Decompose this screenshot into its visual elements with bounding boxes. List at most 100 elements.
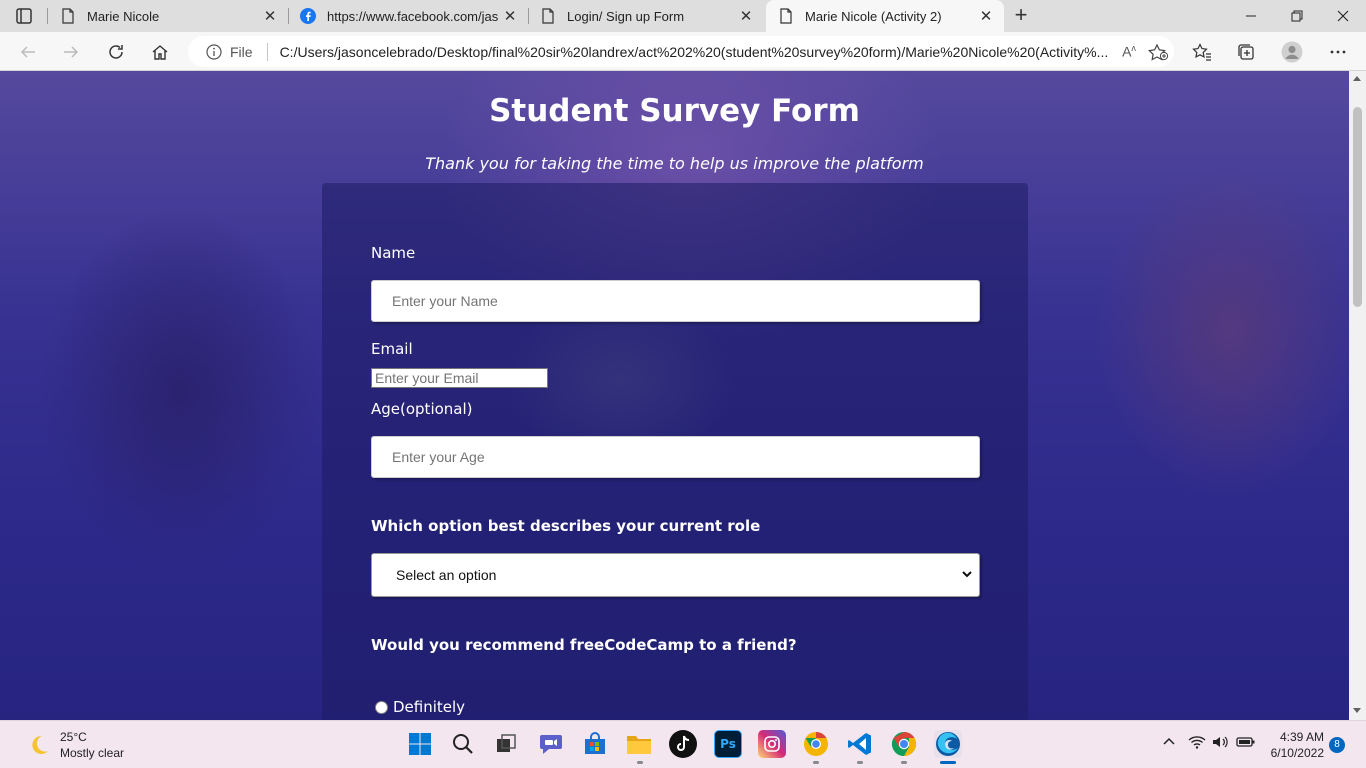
refresh-icon <box>109 45 123 59</box>
address-divider <box>266 42 268 61</box>
facebook-icon <box>300 8 316 24</box>
radio-option-definitely[interactable]: Definitely <box>375 698 465 716</box>
read-aloud-icon[interactable]: Aʌ <box>1114 43 1144 60</box>
tab-active-activity-2[interactable]: Marie Nicole (Activity 2) ✕ <box>766 0 1004 32</box>
page-title: Student Survey Form <box>489 93 860 129</box>
role-select[interactable]: Select an option <box>371 553 980 597</box>
running-indicator <box>901 761 907 764</box>
collections-button[interactable] <box>1231 38 1261 66</box>
chevron-up-icon[interactable] <box>1162 735 1176 752</box>
notification-badge[interactable]: 8 <box>1329 737 1345 753</box>
photoshop-icon[interactable]: Ps <box>714 730 742 758</box>
favorites-icon <box>1192 43 1211 61</box>
tab-facebook[interactable]: https://www.facebook.com/jasor ✕ <box>288 0 528 32</box>
name-input[interactable]: Enter your Name <box>371 280 980 322</box>
edge-icon[interactable] <box>934 730 962 758</box>
recommend-question-label: Would you recommend freeCodeCamp to a fr… <box>371 636 797 654</box>
close-icon[interactable]: ✕ <box>498 7 522 25</box>
page-scrollbar[interactable] <box>1349 71 1366 720</box>
url-text[interactable]: C:/Users/jasoncelebrado/Desktop/final%20… <box>280 44 1114 60</box>
settings-menu-button[interactable] <box>1323 38 1353 66</box>
search-icon[interactable] <box>449 730 477 758</box>
more-icon <box>1330 50 1346 54</box>
tab-label: https://www.facebook.com/jasor <box>327 8 498 24</box>
restore-button[interactable] <box>1274 0 1320 32</box>
profile-button[interactable] <box>1277 38 1307 66</box>
tab-actions-icon <box>16 8 32 24</box>
page-icon <box>780 8 792 24</box>
scroll-up-arrow-icon[interactable] <box>1353 76 1361 81</box>
minimize-button[interactable] <box>1228 0 1274 32</box>
email-input[interactable]: Enter your Email <box>371 368 548 388</box>
back-arrow-icon <box>20 46 35 58</box>
tab-actions-button[interactable] <box>8 4 40 28</box>
close-icon[interactable]: ✕ <box>258 7 282 25</box>
avatar-icon <box>1281 41 1303 63</box>
file-scheme-label: File <box>230 43 253 60</box>
add-favorite-icon[interactable] <box>1144 43 1174 61</box>
chevron-down-icon <box>962 571 972 578</box>
minimize-icon <box>1246 15 1256 17</box>
scroll-down-arrow-icon[interactable] <box>1353 708 1361 713</box>
instagram-icon[interactable] <box>758 730 786 758</box>
battery-icon[interactable] <box>1236 735 1256 752</box>
page-viewport: Student Survey Form Thank you for taking… <box>0 71 1366 720</box>
task-view-icon[interactable] <box>492 730 520 758</box>
volume-icon[interactable] <box>1212 735 1230 752</box>
close-window-button[interactable] <box>1320 0 1366 32</box>
close-icon[interactable]: ✕ <box>734 7 758 25</box>
moon-icon <box>32 735 48 754</box>
windows-taskbar: 25°C Mostly clear Ps 4:39 AM 6/10/2022 8 <box>0 720 1366 768</box>
clock-date: 6/10/2022 <box>1270 746 1324 760</box>
role-question-label: Which option best describes your current… <box>371 517 761 535</box>
home-button[interactable] <box>145 38 175 66</box>
restore-icon <box>1291 10 1303 22</box>
chat-icon[interactable] <box>537 730 565 758</box>
scrollbar-thumb[interactable] <box>1353 107 1362 307</box>
tab-login-signup[interactable]: Login/ Sign up Form ✕ <box>528 0 764 32</box>
start-icon[interactable] <box>406 730 434 758</box>
forward-button[interactable] <box>56 38 86 66</box>
age-label: Age(optional) <box>371 400 473 418</box>
tiktok-icon[interactable] <box>669 730 697 758</box>
tab-strip: Marie Nicole ✕ https://www.facebook.com/… <box>0 0 1366 32</box>
address-bar[interactable]: File C:/Users/jasoncelebrado/Desktop/fin… <box>188 36 1174 67</box>
name-label: Name <box>371 244 416 262</box>
new-tab-button[interactable]: + <box>1008 3 1034 29</box>
active-app-indicator <box>940 761 956 764</box>
age-input[interactable]: Enter your Age <box>371 436 980 478</box>
weather-condition: Mostly clear <box>60 746 125 760</box>
system-clock[interactable]: 4:39 AM 6/10/2022 <box>1268 729 1324 761</box>
forward-arrow-icon <box>64 46 79 58</box>
wifi-icon[interactable] <box>1188 735 1206 752</box>
info-icon[interactable] <box>206 43 222 60</box>
collections-icon <box>1238 44 1254 60</box>
store-icon[interactable] <box>581 730 609 758</box>
running-indicator <box>813 761 819 764</box>
email-label: Email <box>371 340 413 358</box>
radio-button[interactable] <box>375 700 388 714</box>
favorites-button[interactable] <box>1187 38 1217 66</box>
tab-label: Marie Nicole <box>87 8 160 24</box>
tab-label: Marie Nicole (Activity 2) <box>805 8 942 24</box>
file-explorer-icon[interactable] <box>625 730 653 758</box>
page-subtitle: Thank you for taking the time to help us… <box>425 154 924 173</box>
chrome-icon[interactable] <box>890 730 918 758</box>
home-icon <box>152 45 168 60</box>
vscode-icon[interactable] <box>846 730 874 758</box>
weather-widget[interactable]: 25°C Mostly clear <box>28 729 124 761</box>
page-icon <box>62 8 74 24</box>
running-indicator <box>857 761 863 764</box>
refresh-button[interactable] <box>101 38 131 66</box>
page-icon <box>542 8 554 24</box>
tab-label: Login/ Sign up Form <box>567 8 685 24</box>
close-icon <box>1337 10 1349 22</box>
browser-toolbar: File C:/Users/jasoncelebrado/Desktop/fin… <box>0 32 1366 71</box>
close-icon[interactable]: ✕ <box>974 7 998 25</box>
clock-time: 4:39 AM <box>1279 730 1324 744</box>
role-select-value: Select an option <box>396 567 497 583</box>
back-button[interactable] <box>13 38 43 66</box>
tab-marie-nicole[interactable]: Marie Nicole ✕ <box>48 0 288 32</box>
chrome-canary-icon[interactable] <box>802 730 830 758</box>
weather-temperature: 25°C <box>60 730 87 744</box>
